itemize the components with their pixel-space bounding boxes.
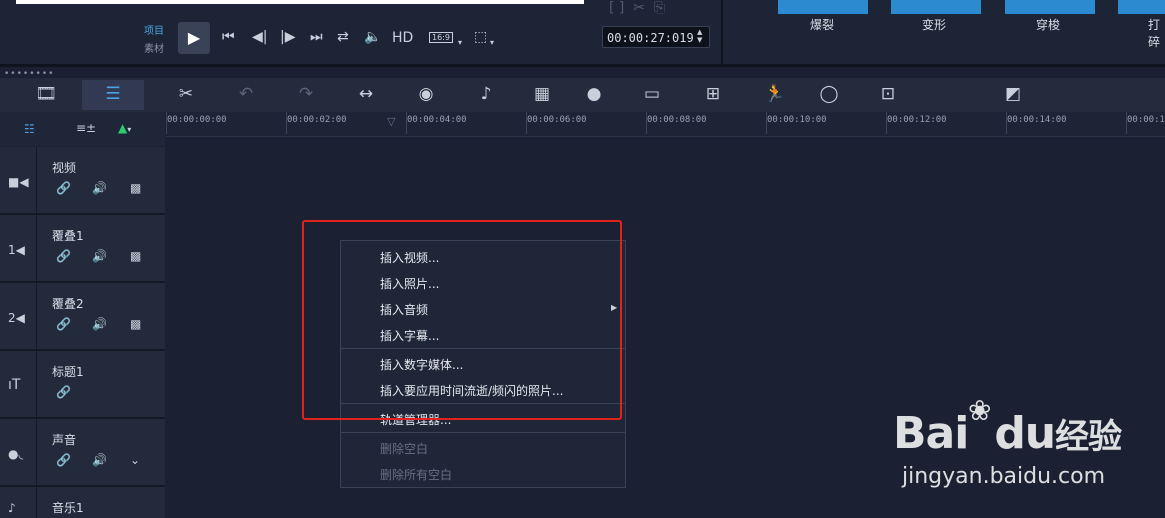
timecode-spinner-icon[interactable]: ▲ ▼ [697,28,702,44]
redo-icon[interactable]: ↷ [292,84,320,104]
ruler-tick-label: 00:00:04:00 [407,115,467,125]
timecode-display[interactable]: 00:00:27:019 [602,26,710,48]
multi-camera-icon[interactable]: ⊞ [699,84,727,104]
subtitle-editor-icon[interactable]: ▭ [638,84,666,104]
aspect-ratio-select[interactable]: 16:9 [429,32,453,43]
track-header-title1[interactable]: ıT 标题1 🔗 [0,351,165,419]
ruler-tick-label: 00:00:14:00 [1007,115,1067,125]
track-header-music1[interactable]: ♪ 音乐1 [0,487,165,518]
voice-track-icon: ●◟ [8,447,24,461]
effect-label: 打碎 [1148,18,1161,49]
video-track-icon: ■◀ [8,175,29,189]
title-track-icon: ıT [8,377,21,393]
track-header-video[interactable]: ■◀ 视频 🔗 🔊 ▩ [0,147,165,215]
chevron-down-icon[interactable]: ▾ [458,38,462,47]
link-icon[interactable]: 🔗 [56,249,71,263]
menu-item-delete-all-gaps[interactable]: 删除所有空白 [380,466,452,483]
mark-in-out-icon[interactable]: [ ] ✂ ⎘ [609,0,665,16]
effect-thumb-shuttle[interactable] [1005,0,1095,14]
fit-timeline-icon[interactable]: ↔ [352,84,380,104]
music-track-icon: ♪ [8,501,16,515]
ruler-tick-label: 00:00:06:00 [527,115,587,125]
track-name: 标题1 [52,365,84,379]
link-icon[interactable]: 🔗 [56,181,71,195]
step-forward-icon[interactable]: |▶ [280,29,295,45]
track-manager-icon[interactable]: ☷ [24,122,35,136]
track-name: 声音 [52,433,77,447]
track-name: 音乐1 [52,501,84,515]
film-strip-icon[interactable]: 🎞 [32,84,60,104]
add-track-icon[interactable]: ≡± [76,121,96,135]
overlay-track-icon: 1◀ [8,243,25,257]
track-header-overlay1[interactable]: 1◀ 覆叠1 🔗 🔊 ▩ [0,215,165,283]
chevron-down-icon[interactable]: ▾ [490,38,494,47]
speaker-icon[interactable]: 🔊 [92,249,107,263]
ruler-tick-label: 00:00:02:00 [287,115,347,125]
effect-label: 穿梭 [1036,18,1061,32]
clip-mode-label[interactable]: 素材 [144,40,164,55]
ruler-tick-label: 00:00:12:00 [887,115,947,125]
ruler-tick-label: 00:00:10:00 [767,115,827,125]
home-icon[interactable]: ⏮ [222,29,235,45]
effect-thumb-morph[interactable] [891,0,981,14]
track-name: 覆叠1 [52,229,84,243]
sound-mixer-icon[interactable]: ♪ [472,84,500,104]
player-panel [0,0,1165,66]
effect-label: 爆裂 [810,18,835,32]
checker-icon[interactable]: ▩ [130,249,141,263]
speaker-icon[interactable]: 🔊 [92,317,107,331]
track-header-voice[interactable]: ●◟ 声音 🔗 🔊 ⌄ [0,419,165,487]
auto-music-icon[interactable]: ▦ [528,84,556,104]
checker-icon[interactable]: ▩ [130,317,141,331]
ruler-tick-label: 00:00:16 [1127,115,1165,125]
preview-window [16,0,584,4]
ruler-tick-label: 00:00:08:00 [647,115,707,125]
panel-divider [721,0,723,66]
pan-zoom-icon[interactable]: ⊡ [874,84,902,104]
undo-icon[interactable]: ↶ [232,84,260,104]
crop-icon[interactable]: ⬚ [474,29,487,45]
menu-separator [341,432,625,433]
motion-tracking-icon[interactable]: ● [580,84,608,104]
splitter[interactable] [0,64,1165,67]
volume-icon[interactable]: 🔈 [364,29,381,45]
speaker-icon[interactable]: 🔊 [92,453,107,467]
link-icon[interactable]: 🔗 [56,453,71,467]
ripple-edit-icon[interactable]: ▲▾ [118,121,131,135]
chevron-down-icon[interactable]: ⌄ [130,453,140,467]
play-button[interactable]: ▶ [178,22,210,54]
annotation-highlight-box [302,220,622,420]
link-icon[interactable]: 🔗 [56,385,71,399]
ruler-tick-label: 00:00:00:00 [167,115,227,125]
effect-thumb-shatter[interactable] [1118,0,1165,14]
tools-icon[interactable]: ✂ [172,84,200,104]
track-header-overlay2[interactable]: 2◀ 覆叠2 🔗 🔊 ▩ [0,283,165,351]
end-icon[interactable]: ⏭ [310,29,323,45]
track-name: 覆叠2 [52,297,84,311]
timeline-icon[interactable]: ☰ [99,84,127,104]
effect-thumb-burst[interactable] [778,0,868,14]
speaker-icon[interactable]: 🔊 [92,181,107,195]
overlay-track-icon: 2◀ [8,311,25,325]
mask-creator-icon[interactable]: ◯ [815,84,843,104]
playhead-marker-icon[interactable]: ▽ [387,115,395,128]
time-remapping-icon[interactable]: 🏃 [761,84,789,104]
record-capture-icon[interactable]: ◉ [412,84,440,104]
checker-icon[interactable]: ▩ [130,181,141,195]
repeat-icon[interactable]: ⇄ [337,29,349,45]
baidu-jingyan-logo: Bai du经验 [893,408,1122,459]
link-icon[interactable]: 🔗 [56,317,71,331]
hd-toggle[interactable]: HD [392,30,413,46]
watermark-url: jingyan.baidu.com [902,464,1106,489]
split-screen-icon[interactable]: ◩ [999,84,1027,104]
track-name: 视频 [52,161,77,175]
step-back-icon[interactable]: ◀| [252,29,267,45]
project-mode-label[interactable]: 项目 [144,22,164,37]
menu-item-delete-gap[interactable]: 删除空白 [380,440,428,457]
effect-label: 变形 [922,18,947,32]
